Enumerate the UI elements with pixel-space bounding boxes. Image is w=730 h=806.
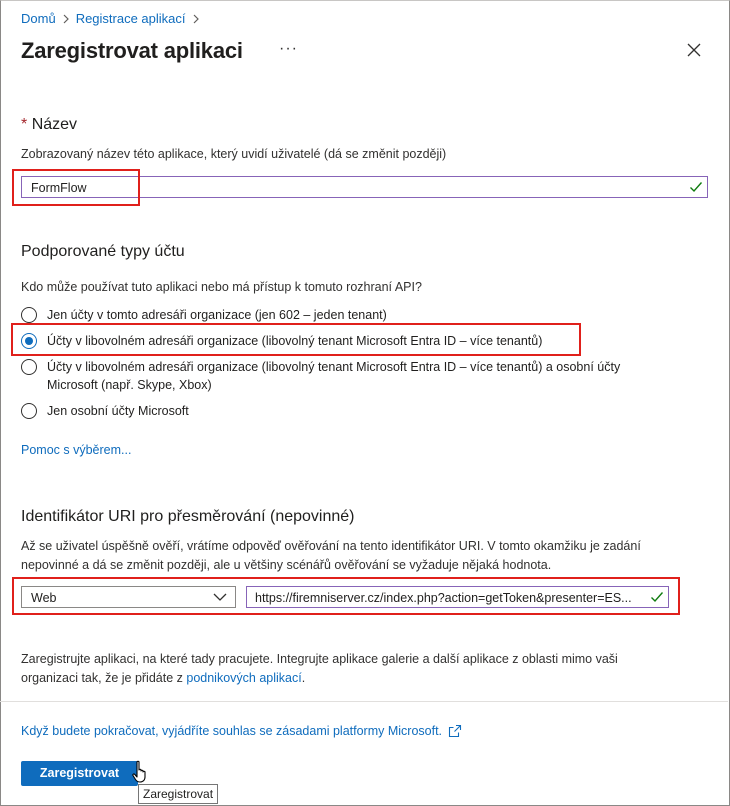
help-choose-link[interactable]: Pomoc s výběrem...: [21, 443, 131, 457]
redirect-uri-input[interactable]: https://firemniserver.cz/index.php?actio…: [246, 586, 669, 608]
radio-option-personal[interactable]: Jen osobní účty Microsoft: [21, 402, 189, 420]
register-tooltip: Zaregistrovat: [138, 784, 219, 804]
checkmark-icon: [651, 592, 664, 603]
close-icon: [687, 43, 701, 57]
breadcrumb-home[interactable]: Domů: [21, 11, 56, 26]
redirect-desc-line1: Až se uživatel úspěšně ověří, vrátíme od…: [21, 539, 641, 553]
chevron-right-icon: [63, 14, 69, 23]
name-section-title: * Název: [21, 116, 77, 134]
radio-label: Jen účty v tomto adresáři organizace (je…: [47, 308, 387, 322]
register-note-line1: Zaregistrujte aplikaci, na které tady pr…: [21, 652, 618, 666]
divider: [0, 701, 728, 702]
radio-option-multi-tenant-personal[interactable]: Účty v libovolném adresáři organizace (l…: [21, 358, 620, 394]
chevron-right-icon: [193, 14, 199, 23]
name-input[interactable]: FormFlow: [21, 176, 708, 198]
radio-button-selected[interactable]: [21, 333, 37, 349]
name-input-value: FormFlow: [31, 181, 87, 195]
enterprise-apps-link[interactable]: podnikových aplikací: [186, 671, 301, 685]
hand-cursor-icon: [132, 760, 146, 783]
checkmark-icon: [690, 182, 703, 193]
radio-button[interactable]: [21, 403, 37, 419]
radio-option-multi-tenant[interactable]: Účty v libovolném adresáři organizace (l…: [21, 332, 542, 350]
breadcrumb: Domů Registrace aplikací: [21, 11, 199, 26]
radio-button[interactable]: [21, 359, 37, 375]
radio-button[interactable]: [21, 307, 37, 323]
redirect-desc-line2: nepovinné a dá se změnit později, ale u …: [21, 558, 552, 572]
account-types-question: Kdo může používat tuto aplikaci nebo má …: [21, 280, 422, 294]
external-link-icon: [448, 724, 462, 738]
register-button[interactable]: Zaregistrovat: [21, 761, 138, 786]
register-note: Zaregistrujte aplikaci, na které tady pr…: [21, 650, 618, 688]
radio-label: Účty v libovolném adresáři organizace (l…: [47, 334, 543, 348]
register-note-suffix: .: [301, 671, 306, 685]
radio-label-line1: Účty v libovolném adresáři organizace (l…: [47, 360, 621, 374]
platform-policy-link[interactable]: Když budete pokračovat, vyjádříte souhla…: [21, 724, 462, 738]
more-options-button[interactable]: ···: [279, 40, 298, 58]
breadcrumb-app-registrations[interactable]: Registrace aplikací: [76, 11, 186, 26]
platform-select-value: Web: [31, 591, 57, 605]
name-label: Název: [31, 116, 78, 133]
account-types-title: Podporované typy účtu: [21, 243, 185, 260]
radio-option-single-tenant[interactable]: Jen účty v tomto adresáři organizace (je…: [21, 306, 387, 324]
chevron-down-icon: [213, 593, 227, 601]
close-button[interactable]: [684, 40, 704, 60]
radio-label: Jen osobní účty Microsoft: [47, 404, 189, 418]
radio-label-line2: Microsoft (např. Skype, Xbox): [47, 378, 212, 392]
register-note-line2: organizaci tak, že je přidáte z podnikov…: [21, 669, 618, 688]
platform-select[interactable]: Web: [21, 586, 236, 608]
page-title: Zaregistrovat aplikaci: [21, 38, 243, 63]
register-note-prefix: organizaci tak, že je přidáte z: [21, 671, 183, 685]
platform-policy-text: Když budete pokračovat, vyjádříte souhla…: [21, 724, 443, 738]
required-mark: *: [21, 116, 28, 133]
redirect-uri-description: Až se uživatel úspěšně ověří, vrátíme od…: [21, 537, 641, 575]
redirect-uri-value: https://firemniserver.cz/index.php?actio…: [255, 591, 632, 605]
name-description: Zobrazovaný název této aplikace, který u…: [21, 147, 447, 161]
redirect-uri-title: Identifikátor URI pro přesměrování (nepo…: [21, 508, 355, 525]
